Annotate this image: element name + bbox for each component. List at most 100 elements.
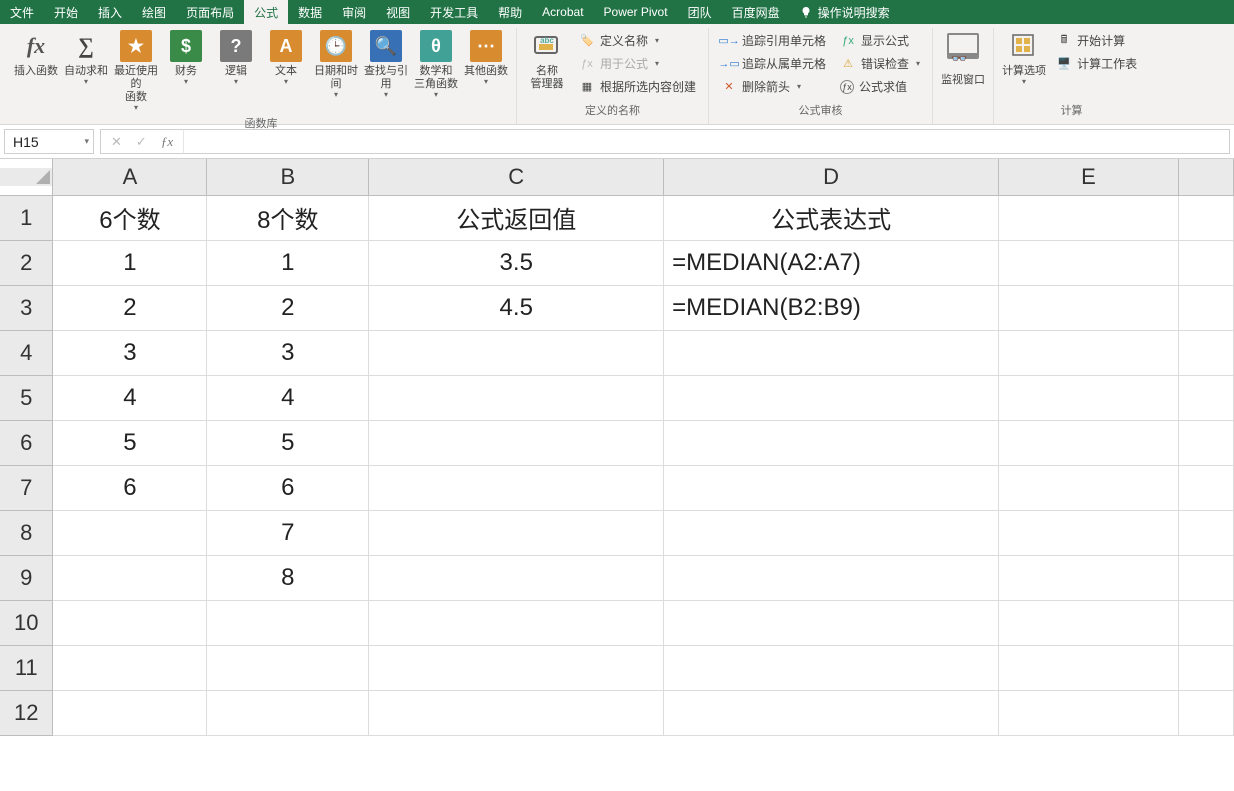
menu-tab-formulas[interactable]: 公式 [244,0,288,24]
math-button[interactable]: θ 数学和 三角函数 ▾ [412,28,460,99]
menu-tab-insert[interactable]: 插入 [88,0,132,24]
cell-C8[interactable] [369,510,664,555]
menu-tab-review[interactable]: 审阅 [332,0,376,24]
cell-D8[interactable] [664,510,999,555]
col-header-C[interactable]: C [369,159,664,195]
calculate-sheet-item[interactable]: 🖥️ 计算工作表 [1054,53,1139,74]
watch-window-button[interactable]: 👓 监视窗口 [939,28,987,87]
cell-B12[interactable] [207,690,369,735]
cell-D12[interactable] [664,690,999,735]
cell-C9[interactable] [369,555,664,600]
cell-A4[interactable]: 3 [53,330,207,375]
name-box[interactable]: H15 ▾ [4,129,94,154]
cell-D6[interactable] [664,420,999,465]
row-header-5[interactable]: 5 [0,375,53,420]
cell-A11[interactable] [53,645,207,690]
cell-B2[interactable]: 1 [207,240,369,285]
row-header-10[interactable]: 10 [0,600,53,645]
row-header-6[interactable]: 6 [0,420,53,465]
calculate-now-item[interactable]: 🖩 开始计算 [1054,30,1139,51]
cell-A12[interactable] [53,690,207,735]
row-header-12[interactable]: 12 [0,690,53,735]
cell-E6[interactable] [999,420,1179,465]
logical-button[interactable]: ? 逻辑 ▾ [212,28,260,86]
cell-F3[interactable] [1178,285,1233,330]
cell-F6[interactable] [1178,420,1233,465]
cell-D9[interactable] [664,555,999,600]
cell-D5[interactable] [664,375,999,420]
menu-tab-powerpivot[interactable]: Power Pivot [594,0,678,24]
evaluate-formula-item[interactable]: ƒx 公式求值 [838,76,922,97]
cell-E12[interactable] [999,690,1179,735]
row-header-2[interactable]: 2 [0,240,53,285]
cell-B1[interactable]: 8个数 [207,195,369,240]
datetime-button[interactable]: 🕒 日期和时间 ▾ [312,28,360,99]
cell-C10[interactable] [369,600,664,645]
cell-C7[interactable] [369,465,664,510]
cell-C5[interactable] [369,375,664,420]
row-header-8[interactable]: 8 [0,510,53,555]
create-from-selection-item[interactable]: ▦ 根据所选内容创建 [577,76,698,97]
cell-D11[interactable] [664,645,999,690]
text-button[interactable]: A 文本 ▾ [262,28,310,86]
menu-tab-help[interactable]: 帮助 [488,0,532,24]
menu-tab-layout[interactable]: 页面布局 [176,0,244,24]
name-manager-button[interactable]: abc 名称 管理器 [523,28,571,91]
cell-C1[interactable]: 公式返回值 [369,195,664,240]
cell-F10[interactable] [1178,600,1233,645]
fx-icon[interactable]: ƒx [161,134,173,150]
cell-E5[interactable] [999,375,1179,420]
col-header-partial[interactable] [1178,159,1233,195]
row-header-9[interactable]: 9 [0,555,53,600]
menu-tab-data[interactable]: 数据 [288,0,332,24]
menu-tab-baidu[interactable]: 百度网盘 [722,0,790,24]
cell-B11[interactable] [207,645,369,690]
menu-tab-team[interactable]: 团队 [678,0,722,24]
cell-B8[interactable]: 7 [207,510,369,555]
row-header-7[interactable]: 7 [0,465,53,510]
cell-C4[interactable] [369,330,664,375]
cell-C11[interactable] [369,645,664,690]
select-all-corner[interactable] [0,159,53,195]
cell-E8[interactable] [999,510,1179,555]
row-header-1[interactable]: 1 [0,195,53,240]
cell-B5[interactable]: 4 [207,375,369,420]
menu-tab-view[interactable]: 视图 [376,0,420,24]
cell-D10[interactable] [664,600,999,645]
cell-C6[interactable] [369,420,664,465]
cell-C12[interactable] [369,690,664,735]
financial-button[interactable]: $ 财务 ▾ [162,28,210,86]
cell-D7[interactable] [664,465,999,510]
trace-precedents-item[interactable]: ▭→ 追踪引用单元格 [719,30,828,51]
spreadsheet-grid[interactable]: A B C D E 1 6个数 8个数 公式返回值 公式表达式 2 1 1 3.… [0,159,1234,736]
cell-E11[interactable] [999,645,1179,690]
define-name-item[interactable]: 🏷️ 定义名称 ▾ [577,30,698,51]
cell-A9[interactable] [53,555,207,600]
cell-E9[interactable] [999,555,1179,600]
cell-F5[interactable] [1178,375,1233,420]
trace-dependents-item[interactable]: →▭ 追踪从属单元格 [719,53,828,74]
cell-E4[interactable] [999,330,1179,375]
show-formulas-item[interactable]: ƒx 显示公式 [838,30,922,51]
menu-tab-draw[interactable]: 绘图 [132,0,176,24]
calc-options-button[interactable]: 计算选项 ▾ [1000,28,1048,86]
cell-E1[interactable] [999,195,1179,240]
cell-D4[interactable] [664,330,999,375]
cell-B6[interactable]: 5 [207,420,369,465]
cell-B3[interactable]: 2 [207,285,369,330]
cell-F12[interactable] [1178,690,1233,735]
cell-A2[interactable]: 1 [53,240,207,285]
col-header-E[interactable]: E [999,159,1179,195]
cell-A3[interactable]: 2 [53,285,207,330]
cell-B4[interactable]: 3 [207,330,369,375]
row-header-3[interactable]: 3 [0,285,53,330]
row-header-11[interactable]: 11 [0,645,53,690]
cell-D3[interactable]: =MEDIAN(B2:B9) [664,285,999,330]
menu-tab-devtools[interactable]: 开发工具 [420,0,488,24]
col-header-A[interactable]: A [53,159,207,195]
col-header-D[interactable]: D [664,159,999,195]
more-functions-button[interactable]: ⋯ 其他函数 ▾ [462,28,510,86]
cell-F8[interactable] [1178,510,1233,555]
cell-B10[interactable] [207,600,369,645]
tell-me-search[interactable]: 操作说明搜索 [790,0,900,24]
